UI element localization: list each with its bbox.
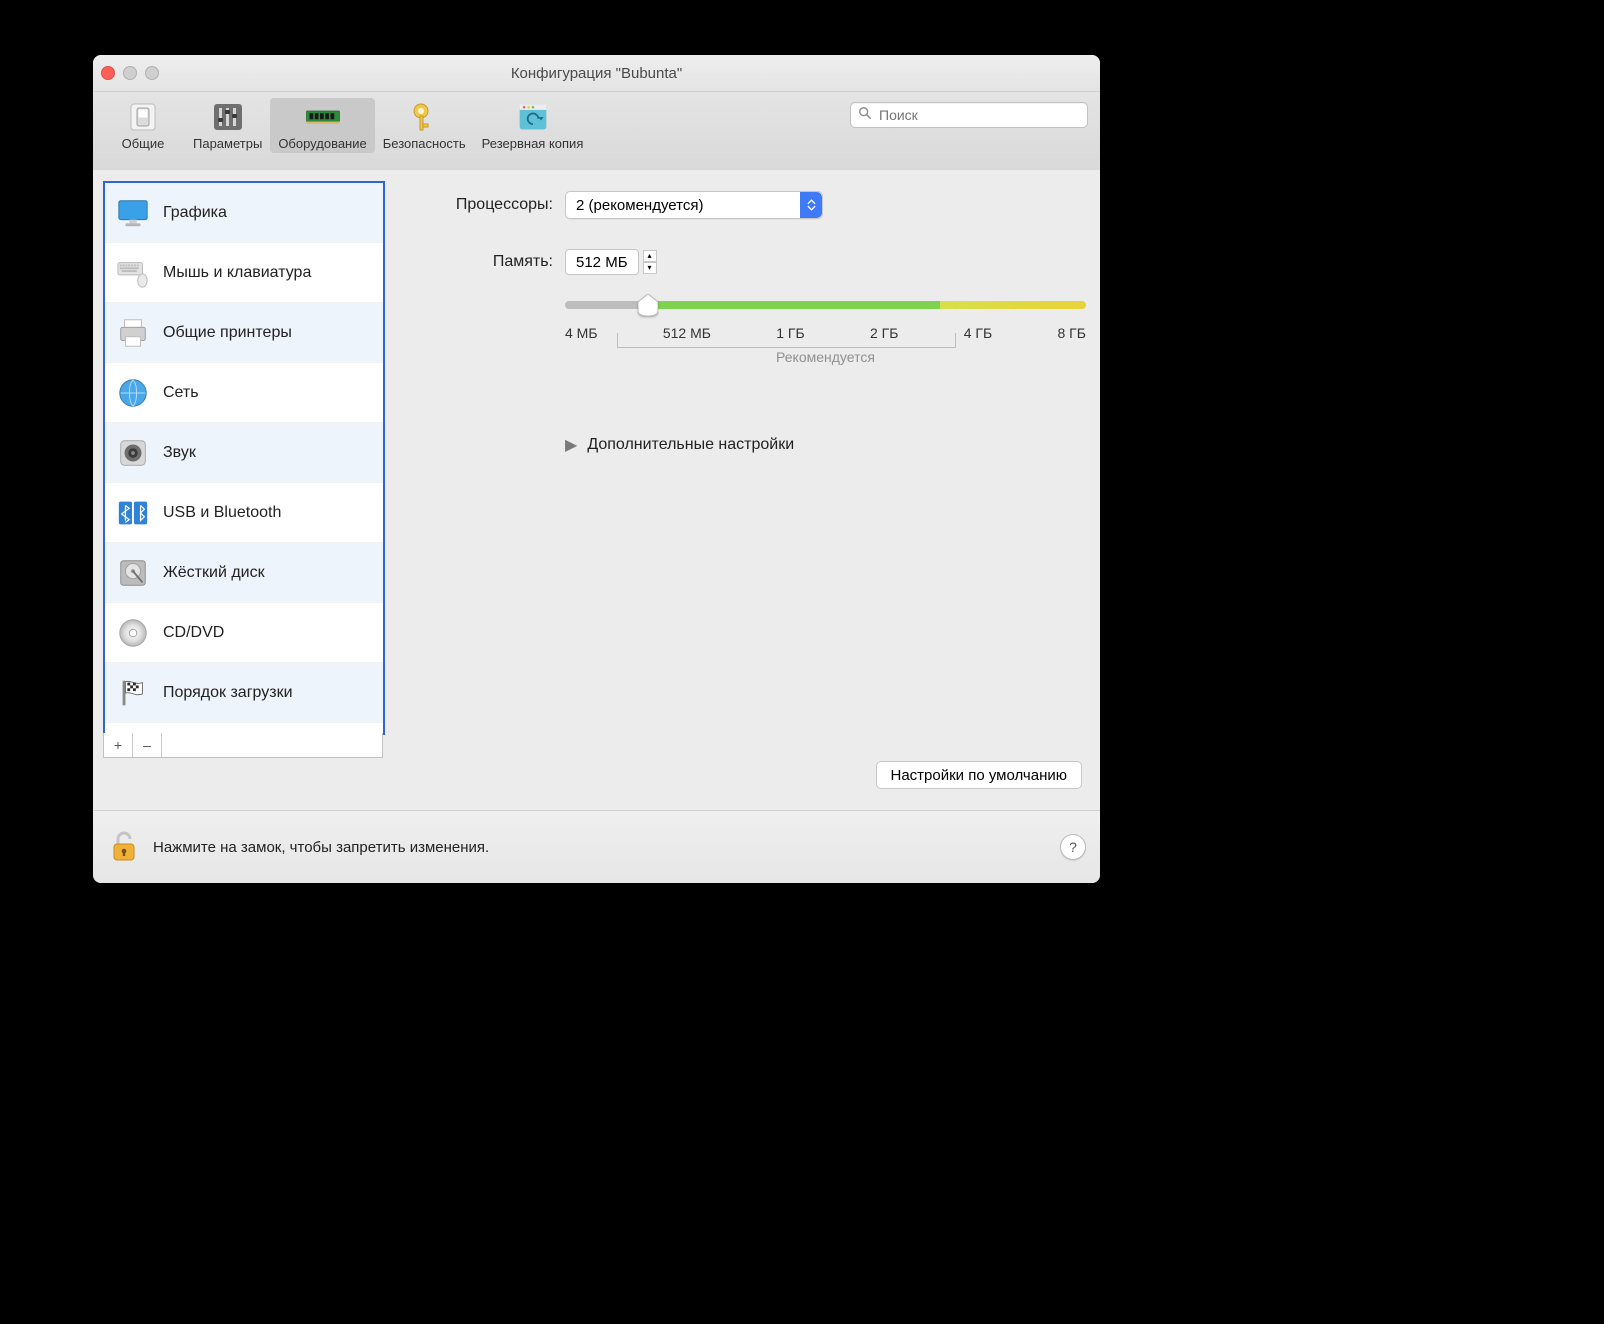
settings-panel: Процессоры: 2 (рекомендуется) Память: 51… [413, 191, 1086, 809]
sidebar-item-hdd[interactable]: Жёсткий диск [105, 543, 383, 603]
cpu-row: Процессоры: 2 (рекомендуется) [413, 191, 1086, 219]
hardware-sidebar: Графика Мышь и клавиатура Общие принтеры… [103, 181, 385, 735]
restore-defaults-button[interactable]: Настройки по умолчанию [876, 761, 1083, 789]
search-input[interactable] [877, 106, 1080, 124]
sidebar-item-label: Жёсткий диск [163, 564, 265, 582]
sidebar-item-printers[interactable]: Общие принтеры [105, 303, 383, 363]
speaker-icon [115, 435, 151, 471]
sidebar-item-network[interactable]: Сеть [105, 363, 383, 423]
usb-bluetooth-icon [115, 495, 151, 531]
help-button[interactable]: ? [1060, 834, 1086, 860]
sidebar-item-usb-bluetooth[interactable]: USB и Bluetooth [105, 483, 383, 543]
config-window: Конфигурация "Bubunta" Общие Параметры О… [93, 55, 1100, 883]
tab-label: Параметры [193, 136, 262, 151]
remove-device-button[interactable]: – [133, 733, 162, 757]
memory-value[interactable]: 512 МБ [565, 249, 639, 275]
memory-step-up[interactable]: ▴ [643, 250, 657, 262]
ram-icon [305, 100, 341, 134]
recommended-range: Рекомендуется [565, 333, 1086, 367]
sidebar-item-label: CD/DVD [163, 624, 224, 642]
tab-label: Безопасность [383, 136, 466, 151]
memory-label: Память: [413, 253, 553, 271]
disc-icon [115, 615, 151, 651]
cpu-value: 2 (рекомендуется) [576, 197, 703, 214]
tab-security[interactable]: Безопасность [375, 98, 474, 153]
switch-icon [125, 100, 161, 134]
tab-general[interactable]: Общие [101, 98, 185, 153]
sidebar-item-cddvd[interactable]: CD/DVD [105, 603, 383, 663]
sidebar-item-label: Порядок загрузки [163, 684, 293, 702]
memory-spinner: 512 МБ ▴ ▾ [565, 249, 657, 275]
memory-row: Память: 512 МБ ▴ ▾ [413, 249, 1086, 275]
sidebar-item-mouse-keyboard[interactable]: Мышь и клавиатура [105, 243, 383, 303]
content-body: Графика Мышь и клавиатура Общие принтеры… [93, 171, 1100, 809]
advanced-label: Дополнительные настройки [587, 436, 794, 454]
sidebar-item-label: Графика [163, 204, 227, 222]
slider-thumb[interactable] [638, 294, 658, 321]
sidebar-item-label: Звук [163, 444, 196, 462]
time-machine-icon [515, 100, 551, 134]
memory-step-down[interactable]: ▾ [643, 262, 657, 274]
key-icon [406, 100, 442, 134]
window-title: Конфигурация "Bubunta" [93, 65, 1100, 82]
sidebar-item-label: Общие принтеры [163, 324, 292, 342]
sidebar-item-label: Мышь и клавиатура [163, 264, 311, 282]
sliders-icon [210, 100, 246, 134]
search-field[interactable] [850, 102, 1088, 128]
sidebar-item-label: USB и Bluetooth [163, 504, 281, 522]
lock-message: Нажмите на замок, чтобы запретить измене… [153, 839, 489, 856]
search-icon [858, 106, 872, 125]
sidebar-item-label: Сеть [163, 384, 199, 402]
sidebar-item-sound[interactable]: Звук [105, 423, 383, 483]
tab-options[interactable]: Параметры [185, 98, 270, 153]
printer-icon [115, 315, 151, 351]
globe-icon [115, 375, 151, 411]
disclosure-triangle-icon: ▶ [565, 435, 577, 455]
advanced-disclosure[interactable]: ▶ Дополнительные настройки [565, 435, 794, 455]
memory-stepper: ▴ ▾ [643, 250, 657, 274]
toolbar: Общие Параметры Оборудование Безопасност… [93, 92, 1100, 170]
hdd-icon [115, 555, 151, 591]
tab-label: Резервная копия [482, 136, 584, 151]
tab-hardware[interactable]: Оборудование [270, 98, 374, 153]
tab-label: Общие [122, 136, 165, 151]
footer-buttons: Настройки по умолчанию [876, 761, 1083, 789]
sidebar-item-boot-order[interactable]: Порядок загрузки [105, 663, 383, 723]
cpu-label: Процессоры: [413, 196, 553, 214]
cpu-popup[interactable]: 2 (рекомендуется) [565, 191, 823, 219]
lock-icon[interactable] [109, 830, 139, 864]
titlebar: Конфигурация "Bubunta" [93, 55, 1100, 92]
keyboard-mouse-icon [115, 255, 151, 291]
sidebar-footer: + – [103, 733, 383, 758]
popup-arrows-icon [800, 192, 822, 218]
tab-backup[interactable]: Резервная копия [474, 98, 592, 153]
monitor-icon [115, 195, 151, 231]
lock-footer: Нажмите на замок, чтобы запретить измене… [93, 810, 1100, 883]
sidebar-item-graphics[interactable]: Графика [105, 183, 383, 243]
add-device-button[interactable]: + [104, 733, 133, 757]
tab-label: Оборудование [278, 136, 366, 151]
flag-icon [115, 675, 151, 711]
recommended-label: Рекомендуется [565, 349, 1086, 365]
